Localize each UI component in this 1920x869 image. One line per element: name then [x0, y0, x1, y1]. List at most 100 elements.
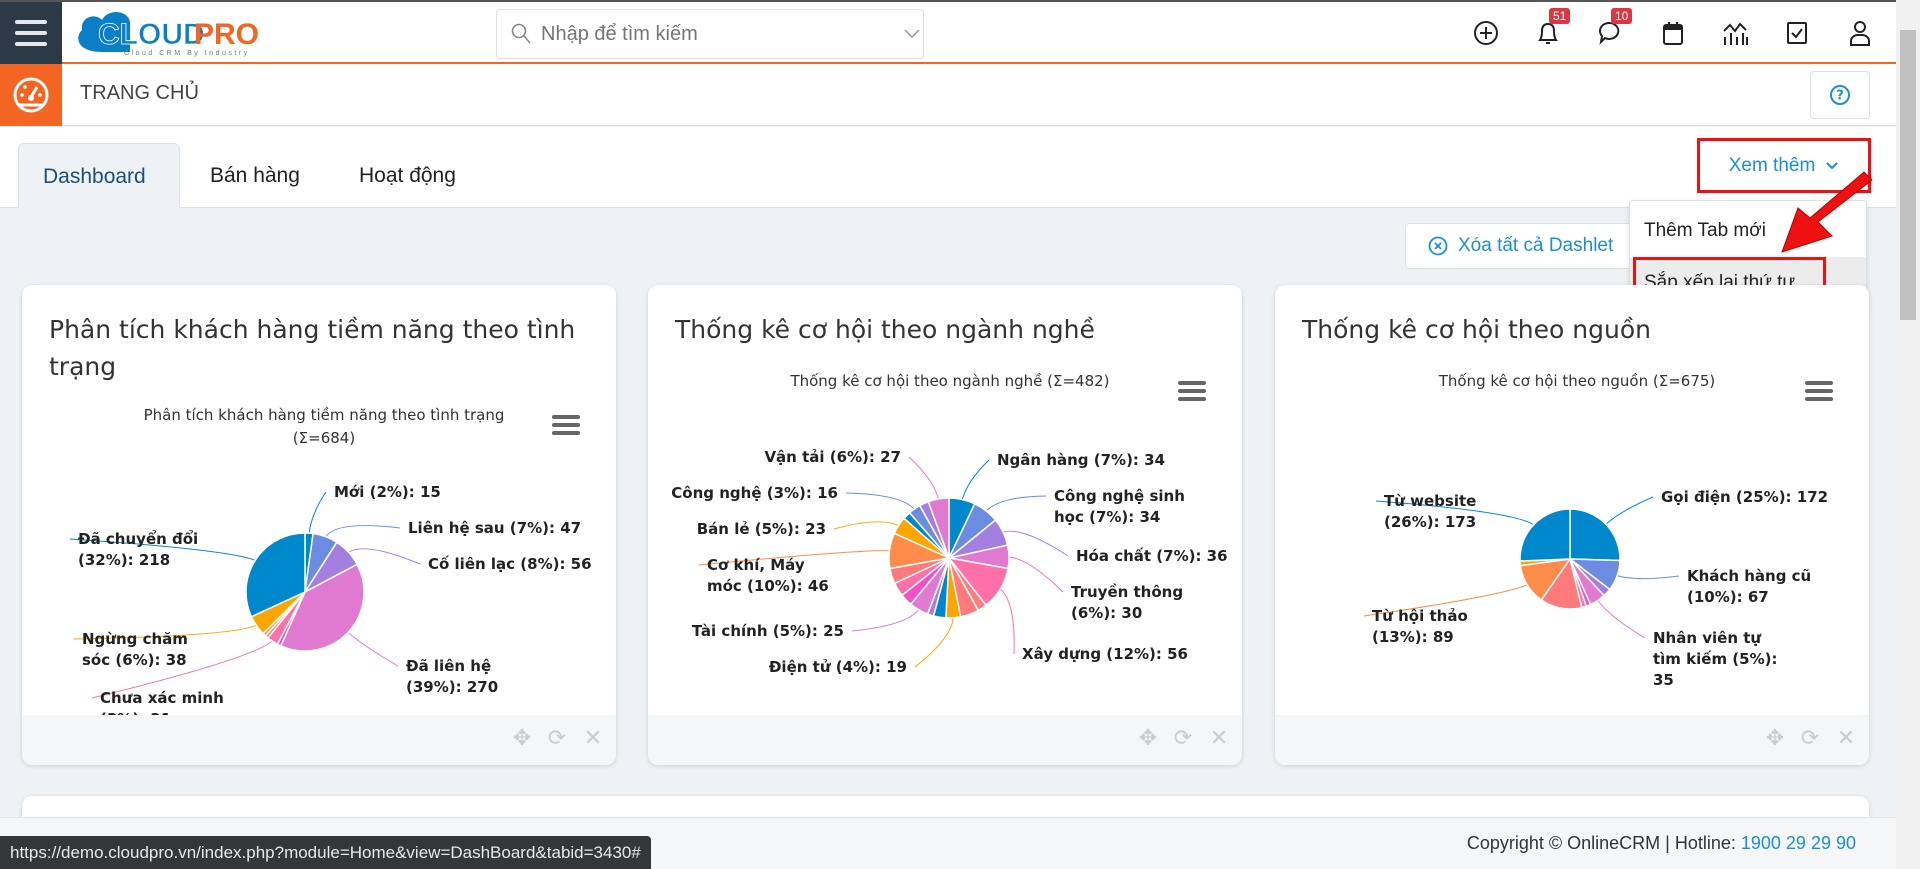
calendar-icon [1663, 22, 1683, 45]
tasks-button[interactable] [1780, 16, 1814, 50]
data-label: (32%): 218 [78, 551, 170, 569]
reports-button[interactable] [1718, 16, 1752, 50]
tab-hoat-dong[interactable]: Hoạt động [335, 143, 480, 209]
plus-circle-icon [1474, 21, 1498, 45]
refresh-icon[interactable]: ⟳ [1798, 727, 1822, 751]
dashlet-opportunity-industry: Thống kê cơ hội theo ngành nghề Thống kê… [648, 285, 1242, 765]
dashlet-opportunity-source: Thống kê cơ hội theo nguồn Thống kê cơ h… [1275, 285, 1869, 765]
label-connector [845, 492, 917, 512]
data-label: Truyền thông [1071, 582, 1183, 601]
data-label: Tài chính (5%): 25 [692, 622, 844, 640]
label-connector [308, 491, 327, 537]
help-icon: ? [1830, 85, 1850, 105]
data-label: Công nghệ (3%): 16 [671, 484, 838, 502]
close-icon[interactable]: ✕ [1207, 727, 1231, 751]
search-icon [511, 23, 531, 44]
svg-text:?: ? [1836, 89, 1844, 104]
pie-chart: Mới (2%): 15 Liên hệ sau (7%): 47 Cố liên … [69, 483, 592, 715]
clear-all-label: Xóa tất cả Dashlet [1458, 235, 1614, 256]
svg-text:Cloud CRM By Industry: Cloud CRM By Industry [124, 50, 250, 57]
refresh-icon[interactable]: ⟳ [1171, 727, 1195, 751]
global-search[interactable] [496, 9, 924, 59]
search-input[interactable] [541, 22, 881, 46]
label-connector [983, 495, 1047, 514]
add-button[interactable] [1469, 16, 1503, 50]
data-label: Điện tử (4%): 19 [769, 658, 907, 676]
close-icon[interactable]: ✕ [1834, 727, 1858, 751]
page-header: TRANG CHỦ ? [0, 64, 1896, 126]
data-label: 35 [1653, 671, 1674, 689]
calendar-button[interactable] [1656, 16, 1690, 50]
move-icon[interactable]: ✥ [1763, 727, 1787, 751]
label-connector [914, 614, 954, 668]
data-label: Vận tải (6%): 27 [764, 448, 901, 466]
data-label: (26%): 173 [1384, 513, 1476, 531]
move-icon[interactable]: ✥ [510, 727, 534, 751]
pie-chart: Ngân hàng (7%): 34 Công nghệ sinh học (7%)… [671, 448, 1227, 676]
tab-dashboard[interactable]: Dashboard [18, 143, 180, 209]
pie-chart: Gọi điện (25%): 172 Khách hàng cũ (10%): 6… [1363, 488, 1828, 689]
notifications-button[interactable]: 51 [1531, 8, 1571, 50]
data-label: Đã liên hệ [406, 657, 491, 675]
top-navbar: CLOUD PRO Cloud CRM By Industry 51 10 [0, 0, 1896, 64]
dashlet-footer: ✥ ⟳ ✕ [648, 715, 1242, 765]
dashboard-tabs: Dashboard Bán hàng Hoạt động [0, 127, 1896, 209]
chart-icon [1723, 22, 1748, 45]
label-connector [323, 525, 401, 540]
data-label: Mới (2%): 15 [334, 483, 441, 501]
hotline-link[interactable]: 1900 29 29 90 [1741, 833, 1856, 853]
dashboard-gauge-icon [0, 64, 62, 126]
data-label: Đã chuyển đổi [78, 529, 198, 548]
data-label: Ngừng chăm [82, 630, 188, 648]
pie-slice[interactable] [1569, 508, 1621, 562]
data-label: Bán lẻ (5%): 23 [697, 520, 826, 538]
data-label: Gọi điện (25%): 172 [1661, 488, 1828, 506]
help-button[interactable]: ? [1810, 71, 1870, 119]
label-connector [833, 521, 902, 530]
dashlet-lead-status: Phân tích khách hàng tiềm năng theo tình… [22, 285, 616, 765]
label-connector [961, 459, 990, 503]
messages-button[interactable]: 10 [1593, 8, 1633, 50]
label-connector [1005, 556, 1064, 593]
data-label: (6%): 30 [1071, 604, 1142, 622]
data-label: học (7%): 34 [1054, 508, 1160, 526]
data-label: Chưa xác minh [100, 689, 224, 707]
close-icon[interactable]: ✕ [581, 727, 605, 751]
data-label: tìm kiếm (5%): [1653, 649, 1777, 668]
data-label: Liên hệ sau (7%): 47 [408, 519, 581, 537]
label-connector [997, 586, 1015, 655]
tab-ban-hang[interactable]: Bán hàng [186, 143, 324, 209]
refresh-icon[interactable]: ⟳ [545, 727, 569, 751]
page-title: TRANG CHỦ [80, 82, 199, 104]
user-menu-button[interactable] [1843, 16, 1877, 50]
data-label: Nhân viên tự [1653, 629, 1761, 647]
data-label: Xây dựng (12%): 56 [1022, 645, 1188, 663]
data-label: Cố liên lạc (8%): 56 [428, 554, 592, 573]
copyright-text: Copyright © OnlineCRM | Hotline: 1900 29… [1466, 833, 1856, 853]
chevron-down-icon[interactable] [903, 28, 921, 40]
data-label: (13%): 89 [1372, 628, 1454, 646]
clear-all-dashlets-button[interactable]: Xóa tất cả Dashlet [1405, 223, 1645, 269]
label-connector [908, 456, 940, 502]
dashlet-footer: ✥ ⟳ ✕ [1275, 715, 1869, 765]
data-label: Ngân hàng (7%): 34 [997, 451, 1165, 469]
label-connector [1603, 496, 1654, 527]
svg-text:CLOUD: CLOUD [98, 18, 205, 51]
data-label: móc (10%): 46 [707, 577, 829, 595]
label-connector [1000, 530, 1069, 557]
pie-slice[interactable] [1519, 508, 1571, 562]
scrollbar-thumb[interactable] [1900, 30, 1916, 320]
hamburger-menu-button[interactable] [0, 2, 62, 64]
label-connector [851, 606, 921, 632]
dashlet-footer: ✥ ⟳ ✕ [22, 715, 616, 765]
data-label: sóc (6%): 38 [82, 651, 187, 669]
close-circle-icon [1428, 236, 1448, 256]
label-connector [345, 629, 399, 667]
data-label: Khách hàng cũ [1687, 567, 1811, 585]
data-label: Từ hội thảo [1372, 607, 1468, 625]
label-connector [1595, 597, 1646, 639]
notifications-badge: 51 [1549, 8, 1571, 24]
cloudpro-logo[interactable]: CLOUD PRO Cloud CRM By Industry [72, 8, 302, 58]
red-arrow-annotation [1781, 171, 1873, 253]
move-icon[interactable]: ✥ [1136, 727, 1160, 751]
